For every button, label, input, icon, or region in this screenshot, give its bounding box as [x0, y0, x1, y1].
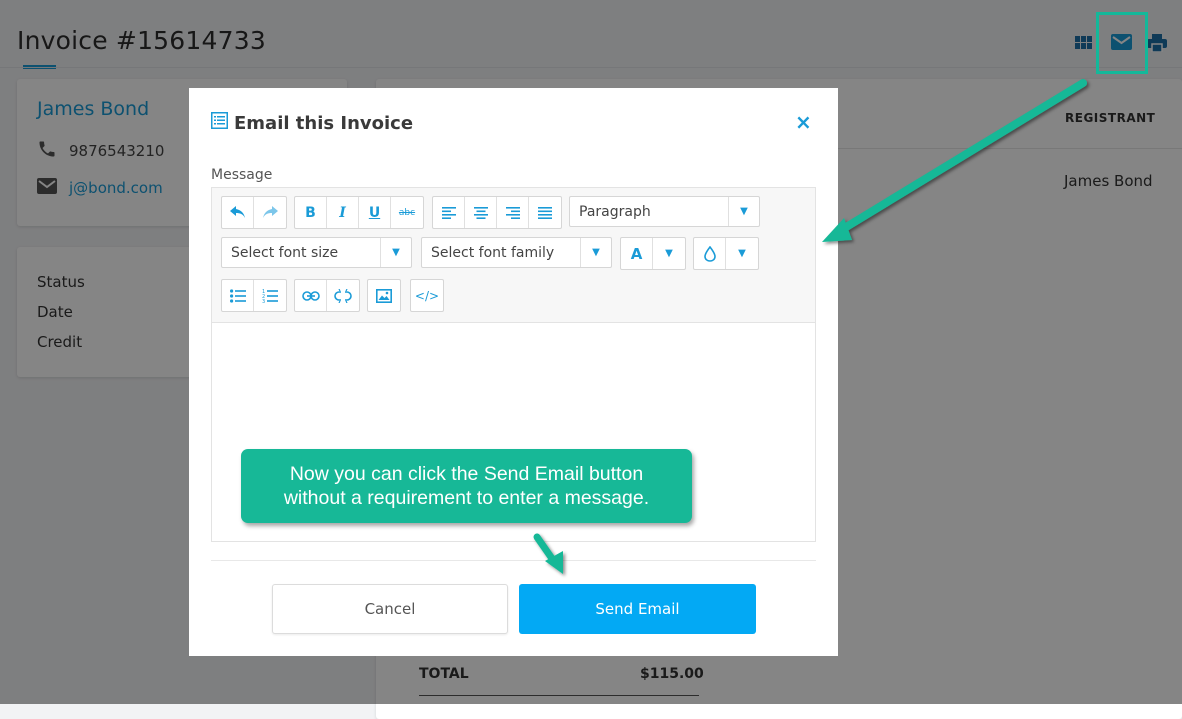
annotation-arrows — [533, 79, 1087, 574]
callout-line-2: without a requirement to enter a message… — [283, 487, 650, 509]
tooltip-callout: Now you can click the Send Email button … — [241, 449, 692, 523]
arrow-to-send-button — [533, 533, 563, 574]
arrow-to-toolbar — [822, 79, 1087, 242]
callout-line-1: Now you can click the Send Email button — [289, 463, 644, 485]
